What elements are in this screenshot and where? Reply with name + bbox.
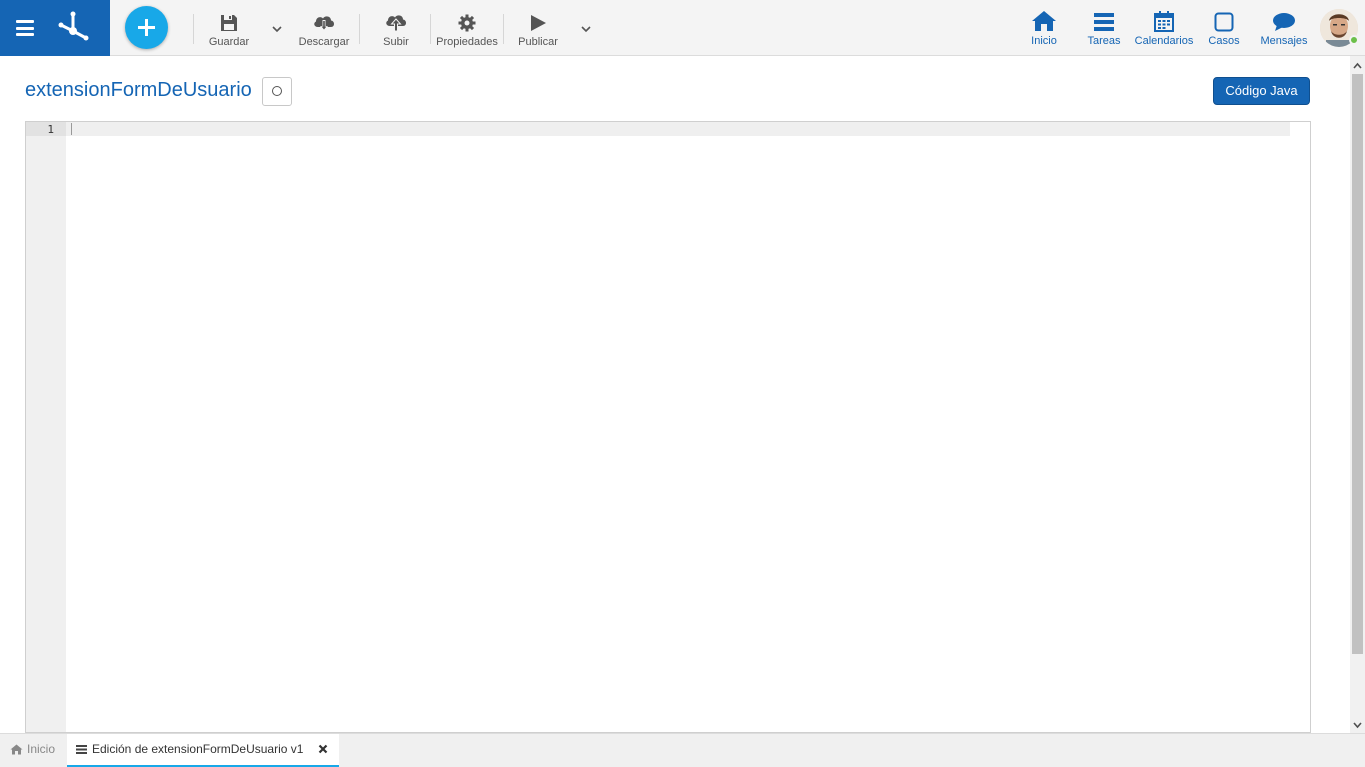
scroll-down-icon[interactable]	[1350, 717, 1365, 733]
app-logo[interactable]	[56, 10, 92, 46]
tab-editing-label: Edición de extensionFormDeUsuario v1	[92, 742, 304, 756]
menu-block	[0, 0, 110, 56]
square-icon	[1214, 12, 1234, 32]
add-button[interactable]	[125, 6, 168, 49]
save-button[interactable]: Guardar	[205, 10, 253, 50]
nav-cases-label: Casos	[1208, 35, 1240, 47]
line-number: 1	[47, 123, 54, 136]
chevron-down-icon[interactable]	[271, 24, 283, 34]
cloud-upload-icon	[386, 15, 406, 32]
cloud-download-icon	[314, 16, 334, 31]
nav-tasks-label: Tareas	[1087, 35, 1121, 47]
editor-active-line[interactable]	[66, 122, 1290, 136]
save-label: Guardar	[208, 36, 250, 48]
toolbar-separator	[359, 14, 360, 44]
vertical-scrollbar[interactable]	[1350, 56, 1365, 733]
hamburger-icon[interactable]	[16, 20, 34, 36]
status-toggle-button[interactable]	[262, 77, 292, 106]
publish-button[interactable]: Publicar	[515, 10, 561, 50]
toolbar-separator	[193, 14, 194, 44]
home-icon	[1032, 11, 1056, 31]
tab-home[interactable]: Inicio	[10, 742, 55, 756]
top-toolbar: Guardar Descargar Subir Propiedades Publ…	[0, 0, 1365, 56]
gear-icon	[458, 14, 476, 32]
scrollbar-thumb[interactable]	[1352, 74, 1363, 654]
tab-home-label: Inicio	[27, 742, 56, 756]
tasks-icon	[76, 745, 87, 754]
java-code-button[interactable]: Código Java	[1213, 77, 1310, 105]
circle-icon	[272, 86, 282, 96]
calendar-icon	[1154, 11, 1174, 32]
download-button[interactable]: Descargar	[296, 10, 352, 50]
bottom-tab-bar: Inicio Edición de extensionFormDeUsuario…	[0, 733, 1365, 767]
chevron-down-icon[interactable]	[580, 24, 592, 34]
plus-icon	[138, 19, 155, 36]
play-icon	[531, 15, 546, 31]
nav-calendars-label: Calendarios	[1134, 35, 1194, 47]
properties-label: Propiedades	[436, 36, 498, 48]
nav-tasks[interactable]: Tareas	[1084, 8, 1124, 50]
nav-cases[interactable]: Casos	[1205, 8, 1243, 50]
nav-home-label: Inicio	[1031, 35, 1057, 47]
toolbar-separator	[503, 14, 504, 44]
chat-bubble-icon	[1273, 13, 1295, 31]
nav-messages-label: Mensajes	[1260, 35, 1308, 47]
toolbar-separator	[430, 14, 431, 44]
online-status-indicator	[1349, 35, 1359, 45]
text-cursor	[71, 123, 72, 135]
publish-label: Publicar	[518, 36, 558, 48]
download-label: Descargar	[298, 36, 350, 48]
tasks-icon	[1094, 13, 1114, 31]
scroll-up-icon[interactable]	[1350, 58, 1365, 74]
upload-button[interactable]: Subir	[375, 10, 417, 50]
close-icon[interactable]	[318, 744, 328, 754]
nav-messages[interactable]: Mensajes	[1259, 8, 1309, 50]
home-icon	[10, 744, 23, 754]
code-editor[interactable]: 1	[25, 121, 1311, 733]
tab-editing[interactable]: Edición de extensionFormDeUsuario v1	[67, 734, 339, 767]
floppy-icon	[221, 15, 237, 31]
nav-home[interactable]: Inicio	[1026, 8, 1062, 50]
properties-button[interactable]: Propiedades	[436, 10, 498, 50]
page-title: extensionFormDeUsuario	[25, 79, 252, 101]
upload-label: Subir	[383, 36, 409, 48]
nav-calendars[interactable]: Calendarios	[1134, 8, 1194, 50]
editor-gutter: 1	[26, 122, 66, 732]
